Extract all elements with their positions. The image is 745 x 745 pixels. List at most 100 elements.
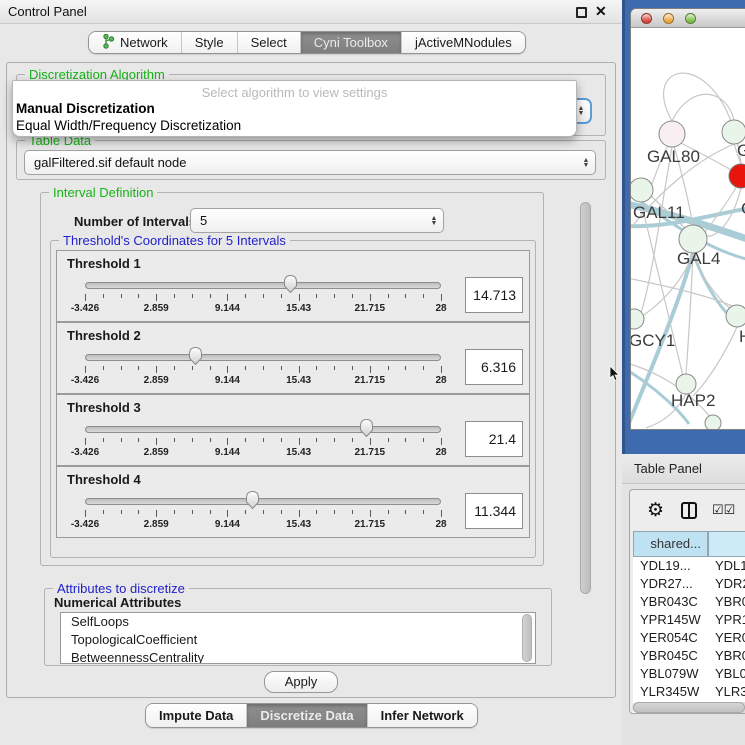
table-cell: YLR345W (633, 683, 708, 701)
slider-tick-label: 2.859 (144, 375, 169, 386)
algorithm-option[interactable]: Equal Width/Frequency Discretization (16, 118, 241, 133)
list-scrollbar[interactable] (522, 614, 532, 662)
network-edge[interactable] (693, 327, 737, 396)
checkbox-icons[interactable]: ☑☑ (712, 502, 735, 518)
scrollbar-thumb[interactable] (633, 702, 745, 713)
gear-icon[interactable]: ⚙ (647, 499, 664, 522)
slider-tick-label: 28 (435, 375, 446, 386)
tab-network[interactable]: Network (89, 32, 182, 53)
slider-tick (227, 438, 228, 445)
network-edge[interactable] (705, 186, 737, 232)
slider-tick (316, 510, 317, 514)
slider-tick (174, 366, 175, 370)
slider-tick (85, 510, 86, 517)
table-row[interactable]: YBR045CYBR0 (633, 647, 745, 665)
close-icon[interactable]: ✕ (595, 3, 607, 20)
slider-track[interactable] (85, 282, 441, 289)
slider-tick (441, 366, 442, 373)
slider-tick (210, 438, 211, 442)
float-window-icon[interactable] (576, 7, 587, 18)
mac-minimize-icon[interactable] (663, 13, 674, 24)
tab-cyni-toolbox[interactable]: Cyni Toolbox (301, 32, 402, 53)
node-label: C (741, 199, 745, 218)
mac-zoom-icon[interactable] (685, 13, 696, 24)
slider-tick-label: 9.144 (215, 375, 240, 386)
combobox-stepper-icon[interactable]: ▲▼ (425, 216, 443, 226)
network-node-gal80[interactable] (659, 121, 685, 147)
tab-discretize-data[interactable]: Discretize Data (247, 704, 367, 727)
split-column-icon[interactable] (681, 502, 697, 519)
panel-title: Control Panel (8, 4, 87, 19)
table-panel: ⚙ ☑☑ shared... na YDL19...YDL1YDR27...YD… (629, 489, 745, 714)
horizontal-scrollbar[interactable] (632, 702, 745, 713)
slider-tick (405, 294, 406, 298)
network-node[interactable] (705, 415, 721, 430)
threshold-value-field[interactable]: 6.316 (465, 349, 523, 385)
slider-tick (370, 366, 371, 373)
vertical-scrollbar[interactable] (578, 190, 593, 668)
network-node-gcy1[interactable] (631, 309, 644, 329)
attribute-list-item[interactable]: TopologicalCoefficient (61, 631, 535, 649)
table-data-combobox[interactable]: galFiltered.sif default node ▲▼ (24, 150, 596, 175)
slider-thumb[interactable] (187, 346, 204, 369)
slider-tick (370, 510, 371, 517)
slider-tick-label: 15.43 (286, 375, 311, 386)
tab-select[interactable]: Select (238, 32, 301, 53)
slider-tick (227, 294, 228, 301)
threshold-value-field[interactable]: 11.344 (465, 493, 523, 529)
slider-track[interactable] (85, 498, 441, 505)
table-row[interactable]: YPR145WYPR1 (633, 611, 745, 629)
network-node-c[interactable] (729, 164, 745, 188)
slider-tick-label: 21.715 (355, 447, 386, 458)
slider-tick (281, 438, 282, 442)
tab-impute-data[interactable]: Impute Data (146, 704, 247, 727)
network-window-titlebar[interactable] (631, 9, 745, 28)
table-row[interactable]: YER054CYER0 (633, 629, 745, 647)
table-cell: YDL1 (708, 557, 745, 575)
slider-thumb[interactable] (244, 490, 261, 513)
number-of-intervals-combobox[interactable]: 5 ▲▼ (190, 208, 444, 233)
network-node-gal11[interactable] (631, 178, 653, 202)
attribute-list-item[interactable]: SelfLoops (61, 613, 535, 631)
scrollbar-thumb[interactable] (580, 202, 591, 594)
apply-button[interactable]: Apply (264, 671, 338, 693)
tab-jactivemnodules[interactable]: jActiveMNodules (402, 32, 525, 53)
tab-infer-network[interactable]: Infer Network (368, 704, 477, 727)
network-edge[interactable] (639, 147, 672, 318)
numerical-attributes-list[interactable]: SelfLoopsTopologicalCoefficientBetweenne… (60, 612, 536, 664)
slider-tick-label: 28 (435, 303, 446, 314)
table-cell: YDR2 (708, 575, 745, 593)
table-row[interactable]: YBL079WYBL0 (633, 665, 745, 683)
column-header[interactable]: shared... (633, 531, 708, 557)
threshold-box: Threshold 4-3.4262.8599.14415.4321.71528… (56, 466, 530, 538)
slider-tick-label: 2.859 (144, 519, 169, 530)
threshold-value-field[interactable]: 21.4 (465, 421, 523, 457)
table-panel-titlebar: Table Panel (622, 454, 745, 484)
network-node-h[interactable] (726, 305, 745, 327)
slider-tick (263, 294, 264, 298)
algorithm-option[interactable]: Manual Discretization (16, 101, 155, 116)
mac-close-icon[interactable] (641, 13, 652, 24)
column-header[interactable]: na (708, 531, 745, 557)
node-label: GAL80 (647, 147, 700, 166)
threshold-value-field[interactable]: 14.713 (465, 277, 523, 313)
slider-tick-label: 9.144 (215, 303, 240, 314)
tab-style[interactable]: Style (182, 32, 238, 53)
slider-tick (156, 510, 157, 517)
table-row[interactable]: YBR043CYBR0 (633, 593, 745, 611)
slider-track[interactable] (85, 426, 441, 433)
table-row[interactable]: YDL19...YDL1 (633, 557, 745, 575)
node-label: HAP2 (671, 391, 715, 410)
slider-thumb[interactable] (358, 418, 375, 441)
table-row[interactable]: YLR345WYLR3 (633, 683, 745, 701)
combobox-stepper-icon[interactable]: ▲▼ (577, 158, 595, 168)
table-cell: YPR1 (708, 611, 745, 629)
slider-tick (388, 510, 389, 514)
attribute-list-item[interactable]: BetweennessCentrality (61, 649, 535, 664)
network-canvas[interactable]: GAL80GCGAL11GAL4GCY1HHAP2 (631, 28, 745, 430)
slider-track[interactable] (85, 354, 441, 361)
slider-tick (316, 438, 317, 442)
slider-thumb[interactable] (282, 274, 299, 297)
table-row[interactable]: YDR27...YDR2 (633, 575, 745, 593)
group-title: Attributes to discretize (53, 581, 189, 596)
